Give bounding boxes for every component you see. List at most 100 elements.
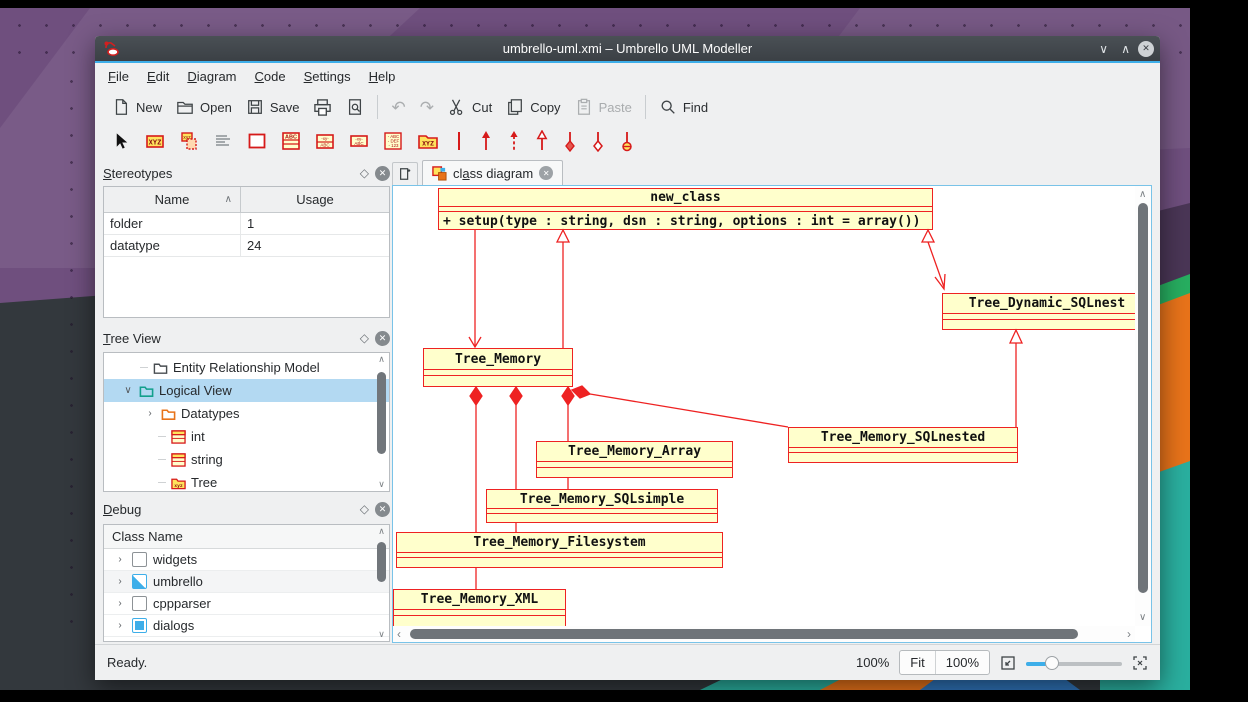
tree-item-string[interactable]: string bbox=[104, 448, 389, 471]
tab-close-icon[interactable]: ✕ bbox=[539, 166, 553, 180]
scrollbar-thumb[interactable] bbox=[410, 629, 1078, 639]
copy-button[interactable]: Copy bbox=[499, 94, 567, 120]
open-button[interactable]: Open bbox=[169, 94, 239, 120]
paste-button[interactable]: Paste bbox=[568, 94, 639, 120]
fullscreen-icon[interactable] bbox=[1132, 655, 1148, 671]
collapsed-icon[interactable]: › bbox=[114, 576, 126, 587]
close-panel-icon[interactable]: ✕ bbox=[375, 502, 390, 517]
menu-edit[interactable]: Edit bbox=[138, 65, 178, 88]
column-header-name[interactable]: Name ∧ bbox=[104, 187, 241, 212]
debug-panel-header[interactable]: Debug ◇ ✕ bbox=[103, 497, 390, 521]
menu-file[interactable]: File bbox=[99, 65, 138, 88]
close-panel-icon[interactable]: ✕ bbox=[375, 331, 390, 346]
association-tool[interactable] bbox=[446, 126, 472, 156]
zoom-100-button[interactable]: 100% bbox=[936, 651, 989, 674]
debug-item-cppparser[interactable]: › cppparser bbox=[104, 593, 389, 615]
checkbox-checked[interactable] bbox=[132, 618, 147, 633]
uml-class-tree-memory-sqlsimple[interactable]: Tree_Memory_SQLsimple bbox=[486, 489, 718, 523]
collapsed-icon[interactable]: › bbox=[144, 408, 156, 419]
tab-class-diagram[interactable]: class diagram ✕ bbox=[422, 160, 563, 185]
composition-tool[interactable] bbox=[556, 126, 584, 156]
redo-button[interactable]: ↷ bbox=[413, 95, 441, 120]
note-tool[interactable]: xyz bbox=[172, 127, 206, 155]
column-header-usage[interactable]: Usage bbox=[241, 187, 389, 212]
menu-help[interactable]: Help bbox=[360, 65, 405, 88]
interface-tool[interactable]: -xy-ABC bbox=[308, 127, 342, 155]
float-panel-icon[interactable]: ◇ bbox=[360, 331, 369, 345]
checkbox-unchecked[interactable] bbox=[132, 596, 147, 611]
menu-settings[interactable]: Settings bbox=[295, 65, 360, 88]
zoom-slider-handle[interactable] bbox=[1045, 656, 1059, 670]
fit-page-icon[interactable] bbox=[1000, 655, 1016, 671]
aggregation-tool[interactable] bbox=[584, 126, 612, 156]
print-preview-button[interactable] bbox=[339, 94, 371, 120]
tree-view-panel-header[interactable]: Tree View ◇ ✕ bbox=[103, 326, 390, 350]
print-button[interactable] bbox=[306, 94, 339, 121]
uml-class-tree-dynamic-sqlnest[interactable]: Tree_Dynamic_SQLnest bbox=[942, 293, 1135, 330]
tree-item-logical-view[interactable]: ∨ Logical View bbox=[104, 379, 389, 402]
scroll-down-icon[interactable]: ∨ bbox=[1139, 612, 1146, 623]
find-button[interactable]: Find bbox=[652, 94, 715, 120]
expanded-icon[interactable]: ∨ bbox=[122, 385, 134, 396]
tree-item-entity-relationship-model[interactable]: Entity Relationship Model bbox=[104, 356, 389, 379]
select-tool[interactable] bbox=[105, 128, 138, 155]
scrollbar-thumb[interactable] bbox=[1138, 203, 1148, 593]
uml-class-tree-memory-sqlnested[interactable]: Tree_Memory_SQLnested bbox=[788, 427, 1018, 463]
generalization-tool[interactable] bbox=[528, 126, 556, 156]
collapsed-icon[interactable]: › bbox=[114, 598, 126, 609]
new-tab-button[interactable] bbox=[392, 162, 418, 185]
class-name-tool[interactable]: XYZ bbox=[138, 127, 172, 155]
uml-class-tree-memory-filesystem[interactable]: Tree_Memory_Filesystem bbox=[396, 532, 723, 568]
close-button[interactable]: ✕ bbox=[1138, 36, 1154, 61]
dependency-tool[interactable] bbox=[500, 126, 528, 156]
checkbox-unchecked[interactable] bbox=[132, 552, 147, 567]
scroll-left-icon[interactable]: ‹ bbox=[397, 627, 401, 641]
table-row[interactable]: folder 1 bbox=[104, 213, 389, 235]
class-tool[interactable]: ABC bbox=[274, 127, 308, 155]
scroll-right-icon[interactable]: › bbox=[1127, 627, 1131, 641]
collapsed-icon[interactable]: › bbox=[114, 620, 126, 631]
debug-column-header[interactable]: Class Name bbox=[104, 525, 389, 549]
directed-association-tool[interactable] bbox=[472, 126, 500, 156]
new-button[interactable]: New bbox=[105, 94, 169, 120]
float-panel-icon[interactable]: ◇ bbox=[360, 502, 369, 516]
save-button[interactable]: Save bbox=[239, 94, 307, 120]
collapsed-icon[interactable]: › bbox=[114, 554, 126, 565]
containment-tool[interactable] bbox=[612, 126, 642, 156]
float-panel-icon[interactable]: ◇ bbox=[360, 166, 369, 180]
scroll-up-icon[interactable]: ∧ bbox=[1139, 189, 1146, 200]
uml-class-new_class[interactable]: new_class + setup(type : string, dsn : s… bbox=[438, 188, 933, 230]
scroll-up-icon[interactable]: ∧ bbox=[378, 526, 385, 537]
scrollbar-thumb[interactable] bbox=[377, 542, 386, 582]
zoom-slider[interactable] bbox=[1026, 655, 1122, 671]
package-tool[interactable]: XYZ bbox=[410, 127, 446, 155]
undo-button[interactable]: ↶ bbox=[384, 95, 412, 120]
close-panel-icon[interactable]: ✕ bbox=[375, 166, 390, 181]
diagram-canvas[interactable]: new_class + setup(type : string, dsn : s… bbox=[392, 185, 1152, 643]
tree-item-int[interactable]: int bbox=[104, 425, 389, 448]
debug-item-dialogs[interactable]: › dialogs bbox=[104, 615, 389, 637]
minimize-button[interactable]: ∨ bbox=[1099, 36, 1108, 61]
debug-item-umbrello[interactable]: › umbrello bbox=[104, 571, 389, 593]
vertical-scrollbar[interactable]: ∧ ∨ bbox=[1135, 186, 1151, 626]
uml-class-tree-memory-xml[interactable]: Tree_Memory_XML bbox=[393, 589, 566, 626]
checkbox-partial[interactable] bbox=[132, 574, 147, 589]
debug-item-widgets[interactable]: › widgets bbox=[104, 549, 389, 571]
uml-class-tree-memory-array[interactable]: Tree_Memory_Array bbox=[536, 441, 733, 478]
maximize-button[interactable]: ∧ bbox=[1121, 36, 1130, 61]
cut-button[interactable]: Cut bbox=[441, 94, 499, 120]
uml-class-tree-memory[interactable]: Tree_Memory bbox=[423, 348, 573, 387]
menu-code[interactable]: Code bbox=[246, 65, 295, 88]
horizontal-scrollbar[interactable]: ‹ › bbox=[393, 626, 1135, 642]
scroll-down-icon[interactable]: ∨ bbox=[378, 629, 385, 640]
stereotypes-panel-header[interactable]: Stereotypes ◇ ✕ bbox=[103, 161, 390, 185]
text-align-tool[interactable] bbox=[206, 127, 240, 155]
enum-tool[interactable]: - ABC- DEF- 123 bbox=[376, 127, 410, 155]
scroll-up-icon[interactable]: ∧ bbox=[378, 354, 385, 365]
tree-item-tree[interactable]: xyz Tree bbox=[104, 471, 389, 492]
titlebar[interactable]: umbrello-uml.xmi – Umbrello UML Modeller… bbox=[95, 36, 1160, 61]
debug-scrollbar[interactable]: ∧ ∨ bbox=[375, 526, 388, 640]
table-row[interactable]: datatype 24 bbox=[104, 235, 389, 257]
menu-diagram[interactable]: Diagram bbox=[178, 65, 245, 88]
datatype-tool[interactable]: -xy-ABC bbox=[342, 127, 376, 155]
